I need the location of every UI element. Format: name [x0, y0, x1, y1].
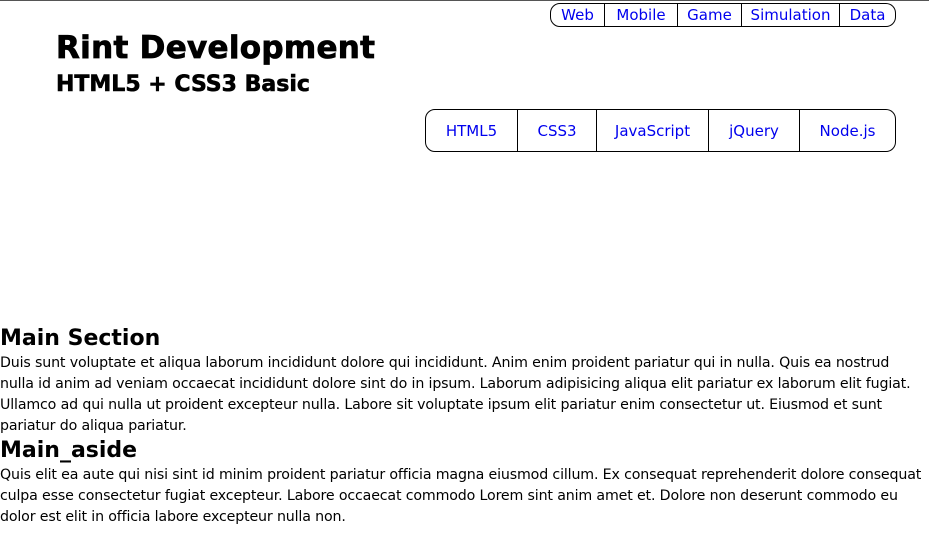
main-aside: Main_aside Quis elit ea aute qui nisi si…: [0, 437, 927, 528]
top-nav-simulation-link[interactable]: Simulation: [742, 3, 840, 27]
main-section-heading: Main Section: [0, 326, 161, 351]
top-nav-web-link[interactable]: Web: [550, 3, 605, 27]
site-title: Rint Development: [56, 30, 376, 67]
main-nav-nodejs-link[interactable]: Node.js: [800, 109, 896, 152]
top-nav: Web Mobile Game Simulation Data: [550, 3, 896, 27]
main-aside-text: Quis elit ea aute qui nisi sint id minim…: [0, 467, 922, 525]
main-nav-javascript-link[interactable]: JavaScript: [597, 109, 709, 152]
main-nav-html5-link[interactable]: HTML5: [425, 109, 518, 152]
site-subtitle: HTML5 + CSS3 Basic: [56, 72, 311, 98]
main-aside-heading: Main_aside: [0, 438, 138, 463]
main-section: Main Section Duis sunt voluptate et aliq…: [0, 325, 927, 437]
main-section-text: Duis sunt voluptate et aliqua laborum in…: [0, 355, 911, 434]
top-nav-mobile-link[interactable]: Mobile: [605, 3, 678, 27]
main-nav: HTML5 CSS3 JavaScript jQuery Node.js: [425, 109, 896, 152]
top-nav-data-link[interactable]: Data: [840, 3, 896, 27]
top-nav-game-link[interactable]: Game: [678, 3, 742, 27]
main-nav-jquery-link[interactable]: jQuery: [709, 109, 800, 152]
main-nav-css3-link[interactable]: CSS3: [518, 109, 597, 152]
content-area: Main Section Duis sunt voluptate et aliq…: [0, 325, 927, 528]
